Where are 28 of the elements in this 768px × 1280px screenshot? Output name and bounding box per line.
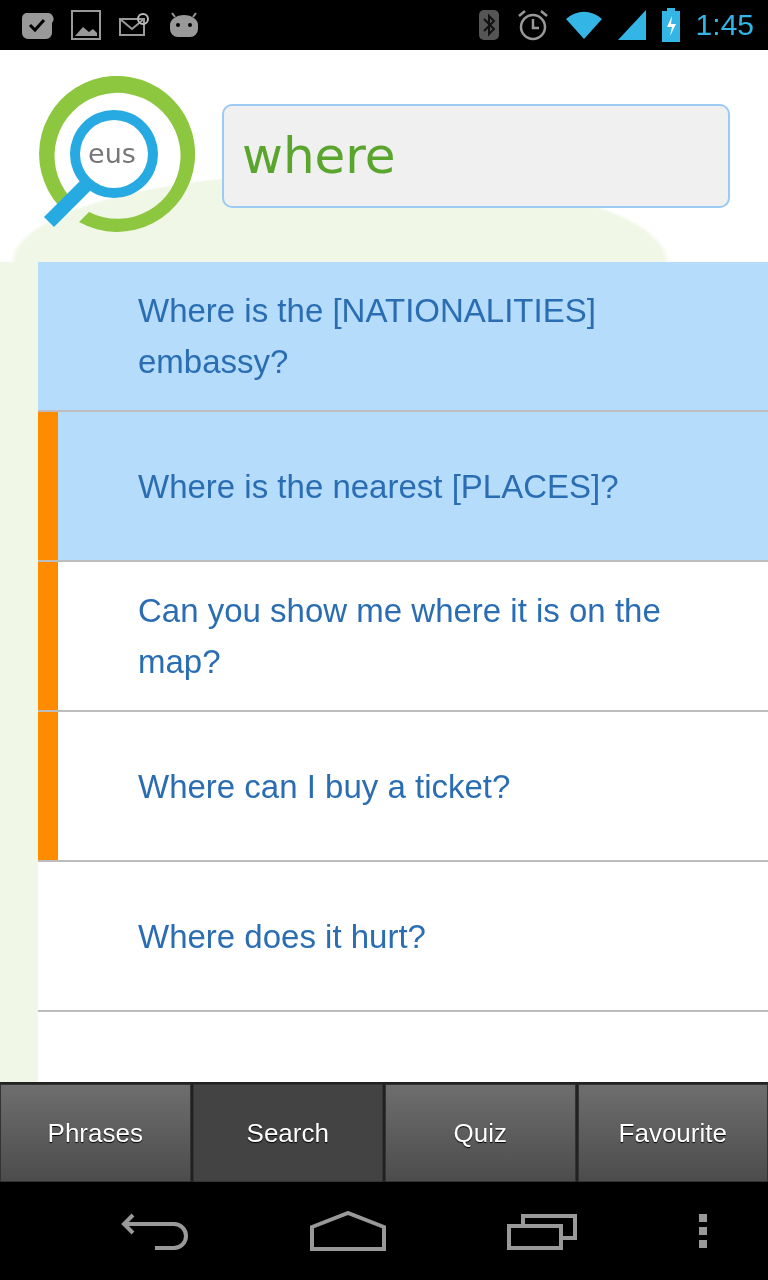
phrase-text: Where does it hurt? <box>138 916 426 957</box>
tab[interactable]: Favourite <box>577 1084 768 1182</box>
bluetooth-icon <box>477 9 500 41</box>
phrase-text: Where is the nearest [PLACES]? <box>138 466 619 507</box>
tab[interactable]: Quiz <box>385 1084 576 1182</box>
wifi-icon <box>565 10 602 40</box>
result-row[interactable]: Where can I buy a ticket? <box>38 712 768 862</box>
signal-icon <box>617 10 646 40</box>
result-row[interactable]: Where is the nearest [PLACES]? <box>38 412 768 562</box>
email-icon <box>118 11 150 39</box>
phrase-text: Where is the [NATIONALITIES] embassy? <box>138 291 597 382</box>
logo-text: eus <box>87 138 137 170</box>
phrase-text: Where can I buy a ticket? <box>138 766 511 807</box>
result-row[interactable]: Where does it hurt? <box>38 862 768 1012</box>
recent-apps-icon <box>506 1212 577 1250</box>
phrase-text: Can you show me where it is on the map? <box>138 591 662 682</box>
status-time: 1:45 <box>695 8 754 42</box>
image-icon <box>70 9 102 41</box>
search-field[interactable]: where <box>222 104 730 208</box>
tab[interactable]: Phrases <box>0 1084 191 1182</box>
magnifier-logo-icon <box>39 75 196 232</box>
result-row[interactable]: Where is the [NATIONALITIES] embassy? <box>38 262 768 412</box>
tab[interactable]: Search <box>192 1084 383 1182</box>
home-icon <box>309 1211 386 1251</box>
menu-icon <box>697 1214 708 1248</box>
battery-icon <box>661 8 680 42</box>
result-row[interactable]: Can you show me where it is on the map? <box>38 562 768 712</box>
back-icon <box>120 1211 189 1251</box>
